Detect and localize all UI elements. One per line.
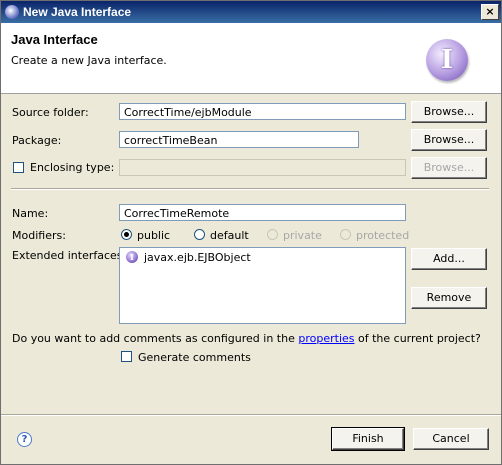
- modifier-default-label: default: [210, 229, 249, 242]
- enclosing-type-field: [119, 159, 406, 176]
- list-item[interactable]: I javax.ejb.EJBObject: [120, 248, 405, 266]
- cancel-button[interactable]: Cancel: [413, 428, 489, 450]
- radio-selected-dot: [124, 232, 129, 237]
- enclosing-type-checkbox[interactable]: [13, 162, 24, 173]
- modifier-public-label: public: [137, 229, 171, 242]
- modifier-protected-radio: [340, 229, 351, 240]
- extended-interfaces-list[interactable]: I javax.ejb.EJBObject: [119, 247, 406, 324]
- extended-interfaces-label: Extended interfaces:: [12, 249, 127, 262]
- list-item-label: javax.ejb.EJBObject: [144, 251, 251, 264]
- window-title: New Java Interface: [23, 5, 132, 19]
- wizard-title: Java Interface: [11, 32, 98, 47]
- enclosing-type-label: Enclosing type:: [30, 161, 115, 174]
- modifier-private-radio: [267, 229, 278, 240]
- java-interface-icon-glyph: I: [440, 45, 454, 75]
- modifier-public-radio[interactable]: [121, 229, 132, 240]
- source-folder-label: Source folder:: [12, 106, 89, 119]
- eclipse-icon: [5, 5, 19, 19]
- remove-interface-button[interactable]: Remove: [411, 287, 487, 309]
- wizard-banner: Java Interface Create a new Java interfa…: [1, 23, 501, 94]
- generate-comments-label: Generate comments: [138, 351, 251, 364]
- add-interface-button[interactable]: Add...: [411, 248, 487, 270]
- close-button[interactable]: ×: [481, 4, 499, 20]
- java-interface-icon: I: [426, 39, 468, 81]
- package-field[interactable]: correctTimeBean: [119, 131, 359, 148]
- new-java-interface-dialog: New Java Interface × Java Interface Crea…: [0, 0, 502, 465]
- comments-question-suffix: of the current project?: [358, 332, 481, 345]
- modifier-protected-label: protected: [356, 229, 410, 242]
- generate-comments-checkbox[interactable]: [121, 351, 132, 362]
- source-folder-field[interactable]: CorrectTime/ejbModule: [119, 103, 406, 120]
- properties-link[interactable]: properties: [298, 332, 354, 345]
- name-field[interactable]: CorrecTimeRemote: [119, 204, 406, 221]
- footer-separator: [1, 414, 501, 416]
- name-label: Name:: [12, 207, 49, 220]
- package-label: Package:: [12, 134, 62, 147]
- title-bar: New Java Interface ×: [1, 1, 501, 23]
- help-icon[interactable]: ?: [17, 432, 32, 447]
- finish-button[interactable]: Finish: [331, 427, 405, 451]
- comments-question-prefix: Do you want to add comments as configure…: [12, 332, 295, 345]
- package-browse-button[interactable]: Browse...: [411, 129, 487, 151]
- separator: [11, 188, 489, 190]
- comments-question: Do you want to add comments as configure…: [12, 332, 481, 345]
- wizard-message: Create a new Java interface.: [11, 54, 167, 67]
- modifier-default-radio[interactable]: [194, 229, 205, 240]
- enclosing-type-browse-button: Browse...: [411, 157, 487, 179]
- modifier-private-label: private: [283, 229, 322, 242]
- interface-icon: I: [126, 251, 138, 263]
- modifiers-label: Modifiers:: [12, 229, 66, 242]
- source-folder-browse-button[interactable]: Browse...: [411, 101, 487, 123]
